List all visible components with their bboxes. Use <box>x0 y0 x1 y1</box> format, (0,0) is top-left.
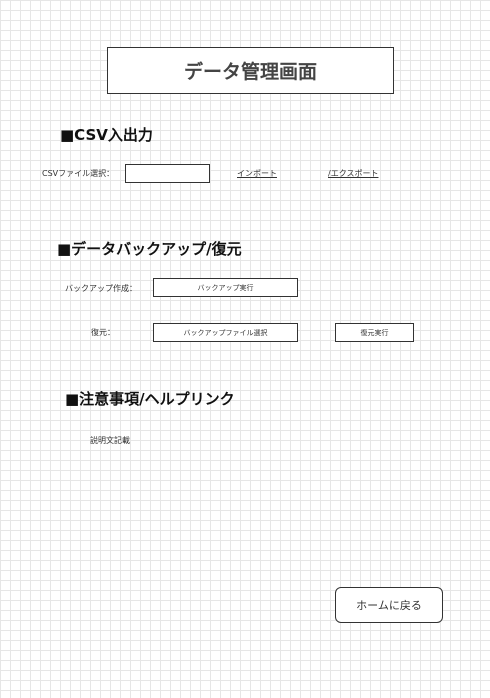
backup-section-heading: ■データバックアップ/復元 <box>57 240 242 258</box>
export-link[interactable]: /エクスポート <box>328 168 378 179</box>
restore-label: 復元： <box>91 328 115 337</box>
page-title: データ管理画面 <box>107 47 394 94</box>
notes-description: 説明文記載 <box>90 436 130 445</box>
backup-create-label: バックアップ作成： <box>65 284 137 293</box>
run-restore-button[interactable]: 復元実行 <box>335 323 414 342</box>
import-link[interactable]: インポート <box>237 168 277 179</box>
csv-section-heading: ■CSV入出力 <box>60 126 153 144</box>
csv-file-label: CSVファイル選択： <box>42 169 115 178</box>
select-backup-file-button[interactable]: バックアップファイル選択 <box>153 323 298 342</box>
run-backup-button[interactable]: バックアップ実行 <box>153 278 298 297</box>
csv-file-input[interactable] <box>125 164 210 183</box>
notes-section-heading: ■注意事項/ヘルプリンク <box>65 390 235 408</box>
home-button[interactable]: ホームに戻る <box>335 587 443 623</box>
page-title-text: データ管理画面 <box>183 61 317 83</box>
